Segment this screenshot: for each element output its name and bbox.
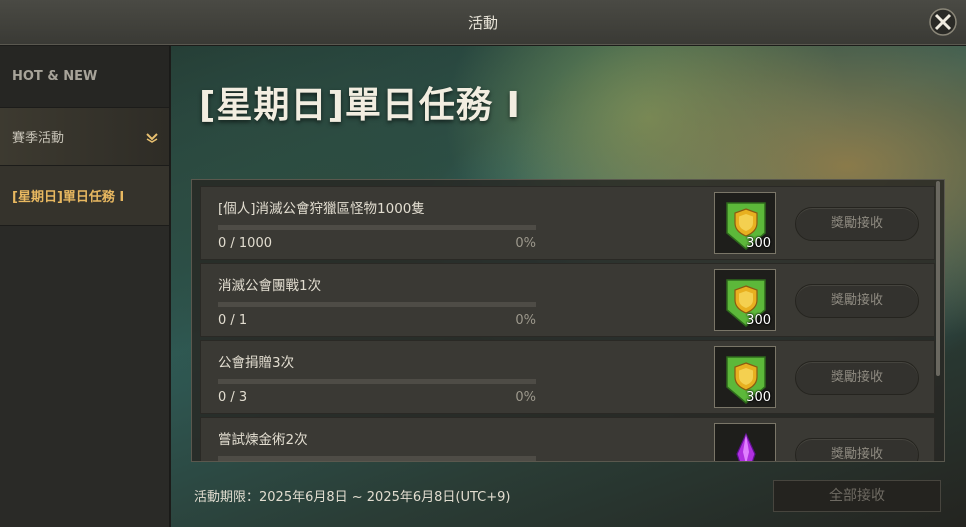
event-period: 活動期限：2025年6月8日 ~ 2025年6月8日(UTC+9) bbox=[194, 490, 511, 505]
purple-crystal-icon bbox=[736, 432, 756, 461]
mission-row: 公會捐贈3次 0 / 3 0% 300 獎勵接收 bbox=[200, 340, 935, 414]
reward-slot[interactable]: 300 bbox=[714, 269, 776, 331]
mission-count: 0 / 3 bbox=[218, 390, 248, 405]
reward-slot[interactable]: 300 bbox=[714, 346, 776, 408]
claim-reward-button[interactable]: 獎勵接收 bbox=[795, 438, 919, 461]
reward-amount: 300 bbox=[746, 236, 771, 251]
mission-row: [個人]消滅公會狩獵區怪物1000隻 0 / 1000 0% 300 獎勵接收 bbox=[200, 186, 935, 260]
sidebar-item-label: 賽季活動 bbox=[12, 131, 65, 146]
close-icon bbox=[929, 8, 957, 36]
reward-amount: 300 bbox=[746, 390, 771, 405]
sidebar-item-label: HOT & NEW bbox=[12, 69, 98, 84]
mission-count: 0 / 1000 bbox=[218, 236, 272, 251]
mission-name: 嘗試煉金術2次 bbox=[218, 432, 308, 448]
page-title: [星期日]單日任務 I bbox=[199, 85, 521, 126]
mission-percent: 0% bbox=[515, 390, 536, 405]
mission-progress-bar bbox=[218, 302, 536, 307]
mission-row: 消滅公會團戰1次 0 / 1 0% 300 獎勵接收 bbox=[200, 263, 935, 337]
sidebar-item-hot-new[interactable]: HOT & NEW bbox=[0, 46, 169, 108]
mission-progress-bar bbox=[218, 456, 536, 461]
reward-amount: 300 bbox=[746, 313, 771, 328]
sidebar: HOT & NEW 賽季活動 [星期日]單日任務 I bbox=[0, 46, 170, 527]
mission-progress-bar bbox=[218, 225, 536, 230]
close-button[interactable] bbox=[928, 7, 958, 37]
mission-name: [個人]消滅公會狩獵區怪物1000隻 bbox=[218, 201, 425, 217]
reward-slot[interactable]: 300 bbox=[714, 192, 776, 254]
main-content: [星期日]單日任務 I [個人]消滅公會狩獵區怪物1000隻 0 / 1000 … bbox=[171, 46, 966, 527]
window-title: 活動 bbox=[467, 14, 498, 32]
sidebar-item-label: [星期日]單日任務 I bbox=[12, 190, 125, 205]
mission-row: 嘗試煉金術2次 獎勵接收 bbox=[200, 417, 935, 461]
mission-name: 消滅公會團戰1次 bbox=[218, 278, 322, 294]
title-bar: 活動 bbox=[0, 0, 966, 45]
chevron-down-icon bbox=[146, 133, 158, 143]
claim-reward-button[interactable]: 獎勵接收 bbox=[795, 207, 919, 241]
sidebar-item-sunday-daily-mission[interactable]: [星期日]單日任務 I bbox=[0, 166, 169, 226]
claim-reward-button[interactable]: 獎勵接收 bbox=[795, 361, 919, 395]
claim-all-button[interactable]: 全部接收 bbox=[773, 480, 941, 512]
claim-reward-button[interactable]: 獎勵接收 bbox=[795, 284, 919, 318]
mission-count: 0 / 1 bbox=[218, 313, 248, 328]
mission-percent: 0% bbox=[515, 236, 536, 251]
mission-list[interactable]: [個人]消滅公會狩獵區怪物1000隻 0 / 1000 0% 300 獎勵接收 … bbox=[191, 179, 945, 462]
mission-list-scrollbar[interactable] bbox=[936, 181, 940, 376]
mission-percent: 0% bbox=[515, 313, 536, 328]
mission-progress-bar bbox=[218, 379, 536, 384]
mission-name: 公會捐贈3次 bbox=[218, 355, 295, 371]
reward-slot[interactable] bbox=[714, 423, 776, 461]
sidebar-item-season-event[interactable]: 賽季活動 bbox=[0, 108, 169, 166]
